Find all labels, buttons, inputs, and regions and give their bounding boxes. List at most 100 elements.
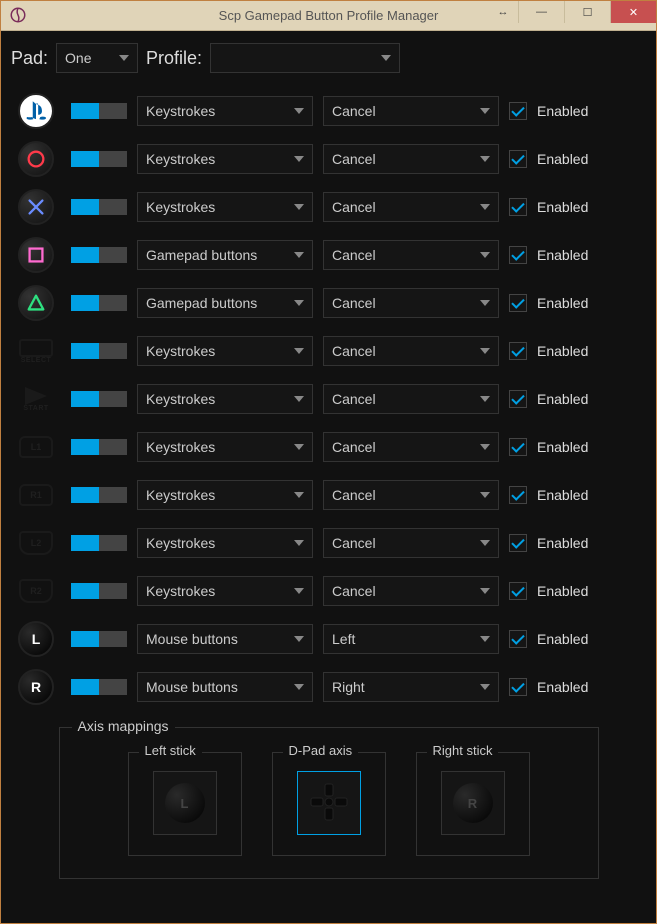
enabled-checkbox[interactable] xyxy=(509,678,527,696)
mapping-row: SELECTKeystrokesCancelEnabled xyxy=(11,327,646,375)
enabled-checkbox[interactable] xyxy=(509,294,527,312)
mapping-action-select[interactable]: Cancel xyxy=(323,576,499,606)
dpad-icon xyxy=(307,780,351,827)
resize-handle-icon[interactable]: ↔ xyxy=(488,1,518,23)
mapping-type-select[interactable]: Keystrokes xyxy=(137,96,313,126)
mapping-action-select[interactable]: Cancel xyxy=(323,528,499,558)
profile-select[interactable] xyxy=(210,43,400,73)
chevron-down-icon xyxy=(480,588,490,594)
turbo-slider[interactable] xyxy=(71,583,127,599)
turbo-slider[interactable] xyxy=(71,199,127,215)
enabled-label: Enabled xyxy=(537,103,597,119)
mapping-type-value: Keystrokes xyxy=(146,151,215,167)
maximize-button[interactable]: ☐ xyxy=(564,1,610,23)
enabled-checkbox[interactable] xyxy=(509,438,527,456)
chevron-down-icon xyxy=(294,636,304,642)
enabled-label: Enabled xyxy=(537,391,597,407)
chevron-down-icon xyxy=(294,396,304,402)
chevron-down-icon xyxy=(294,684,304,690)
turbo-slider[interactable] xyxy=(71,247,127,263)
mapping-type-select[interactable]: Keystrokes xyxy=(137,480,313,510)
dpad-legend: D-Pad axis xyxy=(283,743,359,758)
mapping-type-select[interactable]: Keystrokes xyxy=(137,576,313,606)
close-button[interactable]: ✕ xyxy=(610,1,656,23)
mapping-action-value: Cancel xyxy=(332,103,376,119)
enabled-checkbox[interactable] xyxy=(509,246,527,264)
start-icon: START xyxy=(11,387,61,412)
turbo-slider[interactable] xyxy=(71,151,127,167)
turbo-slider[interactable] xyxy=(71,535,127,551)
pad-select[interactable]: One xyxy=(56,43,138,73)
turbo-slider[interactable] xyxy=(71,391,127,407)
mapping-action-select[interactable]: Cancel xyxy=(323,288,499,318)
left-stick-box: Left stick L xyxy=(128,752,242,856)
right-stick-icon: R xyxy=(453,783,493,823)
chevron-down-icon xyxy=(294,492,304,498)
right-stick-button[interactable]: R xyxy=(441,771,505,835)
chevron-down-icon xyxy=(381,55,391,61)
enabled-checkbox[interactable] xyxy=(509,102,527,120)
mapping-type-select[interactable]: Gamepad buttons xyxy=(137,240,313,270)
mapping-action-select[interactable]: Cancel xyxy=(323,480,499,510)
mapping-type-value: Keystrokes xyxy=(146,343,215,359)
dpad-button[interactable] xyxy=(297,771,361,835)
turbo-slider[interactable] xyxy=(71,487,127,503)
mapping-action-select[interactable]: Cancel xyxy=(323,144,499,174)
mapping-row: KeystrokesCancelEnabled xyxy=(11,135,646,183)
mapping-type-select[interactable]: Gamepad buttons xyxy=(137,288,313,318)
turbo-slider[interactable] xyxy=(71,679,127,695)
turbo-slider[interactable] xyxy=(71,439,127,455)
mapping-action-value: Cancel xyxy=(332,247,376,263)
mapping-action-value: Right xyxy=(332,679,365,695)
enabled-checkbox[interactable] xyxy=(509,582,527,600)
mapping-action-value: Cancel xyxy=(332,295,376,311)
mapping-type-select[interactable]: Keystrokes xyxy=(137,432,313,462)
mapping-type-select[interactable]: Keystrokes xyxy=(137,192,313,222)
mapping-action-select[interactable]: Cancel xyxy=(323,336,499,366)
mapping-type-select[interactable]: Keystrokes xyxy=(137,528,313,558)
left-stick-button[interactable]: L xyxy=(153,771,217,835)
mapping-action-select[interactable]: Right xyxy=(323,672,499,702)
mapping-action-select[interactable]: Cancel xyxy=(323,384,499,414)
mapping-type-select[interactable]: Keystrokes xyxy=(137,384,313,414)
enabled-label: Enabled xyxy=(537,583,597,599)
minimize-button[interactable]: — xyxy=(518,1,564,23)
enabled-label: Enabled xyxy=(537,487,597,503)
mapping-type-select[interactable]: Mouse buttons xyxy=(137,672,313,702)
mapping-type-value: Keystrokes xyxy=(146,439,215,455)
enabled-checkbox[interactable] xyxy=(509,342,527,360)
mapping-type-select[interactable]: Keystrokes xyxy=(137,336,313,366)
enabled-checkbox[interactable] xyxy=(509,630,527,648)
mapping-action-select[interactable]: Cancel xyxy=(323,432,499,462)
mapping-action-select[interactable]: Cancel xyxy=(323,240,499,270)
mapping-row: Gamepad buttonsCancelEnabled xyxy=(11,279,646,327)
turbo-slider[interactable] xyxy=(71,343,127,359)
mapping-row: KeystrokesCancelEnabled xyxy=(11,183,646,231)
mapping-action-select[interactable]: Cancel xyxy=(323,192,499,222)
enabled-checkbox[interactable] xyxy=(509,150,527,168)
chevron-down-icon xyxy=(480,204,490,210)
mapping-row: R2KeystrokesCancelEnabled xyxy=(11,567,646,615)
titlebar[interactable]: Scp Gamepad Button Profile Manager ↔ — ☐… xyxy=(1,1,656,31)
dpad-box: D-Pad axis xyxy=(272,752,386,856)
mapping-action-value: Cancel xyxy=(332,535,376,551)
pad-label: Pad: xyxy=(11,48,48,69)
turbo-slider[interactable] xyxy=(71,103,127,119)
mapping-action-value: Cancel xyxy=(332,583,376,599)
enabled-checkbox[interactable] xyxy=(509,534,527,552)
enabled-checkbox[interactable] xyxy=(509,390,527,408)
enabled-checkbox[interactable] xyxy=(509,198,527,216)
enabled-checkbox[interactable] xyxy=(509,486,527,504)
mapping-row: Keystrokes Cancel Enabled xyxy=(11,87,646,135)
enabled-label: Enabled xyxy=(537,631,597,647)
mapping-type-value: Keystrokes xyxy=(146,391,215,407)
window-controls: ↔ — ☐ ✕ xyxy=(488,1,656,23)
mapping-row: START Keystrokes Cancel Enabled xyxy=(11,375,646,423)
mapping-action-select[interactable]: Cancel xyxy=(323,96,499,126)
turbo-slider[interactable] xyxy=(71,631,127,647)
mapping-type-select[interactable]: Keystrokes xyxy=(137,144,313,174)
mapping-type-select[interactable]: Mouse buttons xyxy=(137,624,313,654)
chevron-down-icon xyxy=(294,588,304,594)
mapping-action-select[interactable]: Left xyxy=(323,624,499,654)
turbo-slider[interactable] xyxy=(71,295,127,311)
